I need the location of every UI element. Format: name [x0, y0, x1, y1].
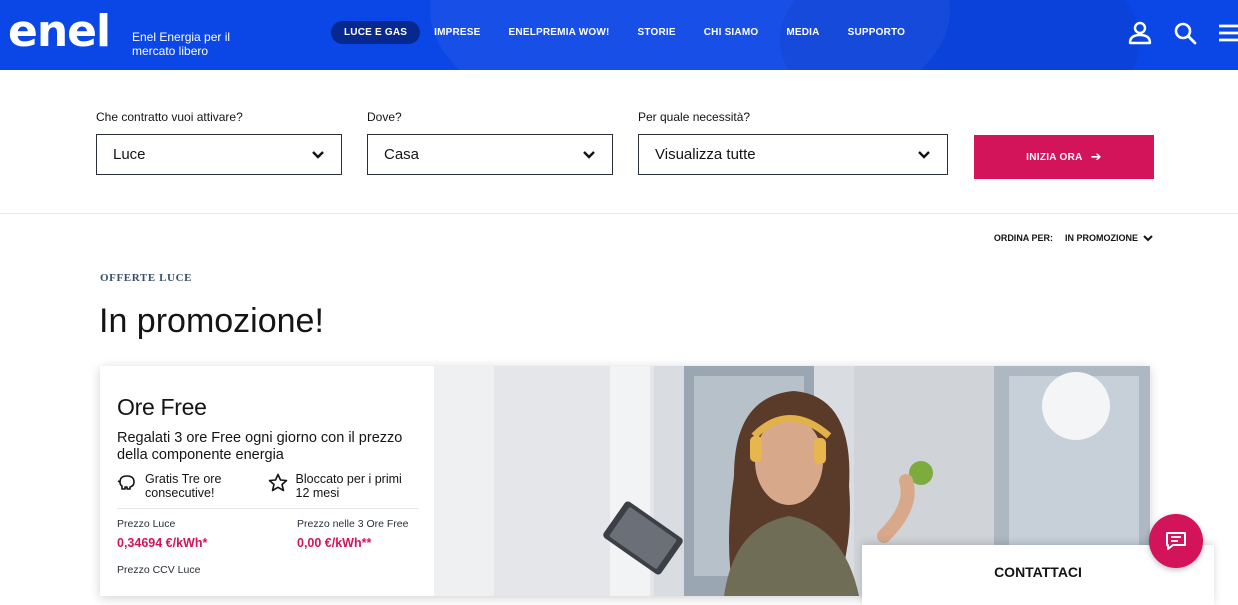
sort-label: ORDINA PER:: [993, 233, 1053, 243]
menu-icon[interactable]: [1216, 20, 1238, 46]
offer-prices: Prezzo Luce 0,34694 €/kWh* Prezzo CCV Lu…: [117, 518, 418, 576]
need-select-value: Visualizza tutte: [655, 146, 756, 163]
arrow-right-icon: ➔: [1090, 149, 1102, 164]
chat-button[interactable]: [1149, 514, 1203, 568]
start-now-button[interactable]: INIZIA ORA ➔: [974, 135, 1154, 179]
where-select[interactable]: Casa: [367, 134, 613, 175]
offer-features: Gratis Tre ore consecutive! Bloccato per…: [117, 472, 418, 509]
where-filter-label: Dove?: [367, 110, 402, 124]
price-value: 0,34694 €/kWh*: [117, 536, 208, 550]
start-now-label: INIZIA ORA: [1026, 151, 1083, 163]
chevron-down-icon: [918, 150, 930, 159]
sort-value: IN PROMOZIONE: [1064, 233, 1138, 243]
nav-item-imprese[interactable]: IMPRESE: [434, 27, 480, 38]
offer-feature: Bloccato per i primi 12 mesi: [268, 472, 419, 500]
nav-item-media[interactable]: MEDIA: [786, 27, 819, 38]
user-icon[interactable]: [1127, 20, 1153, 46]
enel-logo[interactable]: enel: [8, 10, 111, 54]
need-filter: Per quale necessità? Visualizza tutte: [638, 110, 948, 175]
ccv-price-label: Prezzo CCV Luce: [117, 564, 201, 576]
price-label: Prezzo Luce: [117, 518, 176, 530]
main-nav: LUCE E GAS IMPRESE ENELPREMIA WOW! STORI…: [331, 20, 933, 44]
chevron-down-icon: [1143, 235, 1153, 242]
contract-filter: Che contratto vuoi attivare? Luce: [96, 110, 342, 175]
piggy-bank-icon: [117, 475, 135, 490]
offer-description: Regalati 3 ore Free ogni giorno con il p…: [117, 430, 403, 463]
contact-label: CONTATTACI: [994, 564, 1082, 580]
site-header: enel Enel Energia per il mercato libero …: [0, 0, 1238, 70]
price-block: Prezzo nelle 3 Ore Free 0,00 €/kWh**: [297, 518, 417, 576]
price-label: Prezzo nelle 3 Ore Free: [297, 518, 409, 530]
chevron-down-icon: [312, 150, 324, 159]
nav-item-chi-siamo[interactable]: CHI SIAMO: [704, 27, 759, 38]
nav-item-luce-e-gas[interactable]: LUCE E GAS: [331, 20, 421, 44]
need-select[interactable]: Visualizza tutte: [638, 134, 948, 175]
nav-item-enelpremia[interactable]: ENELPREMIA WOW!: [509, 27, 610, 38]
chevron-down-icon: [583, 150, 595, 159]
offer-feature-text: Bloccato per i primi 12 mesi: [295, 472, 402, 500]
offer-feature: Gratis Tre ore consecutive!: [117, 472, 268, 500]
chat-icon: [1166, 532, 1186, 550]
where-filter: Dove? Casa: [367, 110, 613, 175]
price-value: 0,00 €/kWh**: [297, 536, 372, 550]
logo-tagline: Enel Energia per il mercato libero: [132, 30, 231, 58]
offer-feature-text: Gratis Tre ore consecutive!: [145, 472, 222, 500]
section-eyebrow: OFFERTE LUCE: [100, 272, 193, 284]
offer-filter-bar: Che contratto vuoi attivare? Luce Dove? …: [0, 70, 1238, 214]
need-filter-label: Per quale necessità?: [638, 110, 751, 124]
nav-item-supporto[interactable]: SUPPORTO: [848, 27, 906, 38]
sort-control[interactable]: ORDINA PER: IN PROMOZIONE: [994, 233, 1154, 243]
contract-filter-label: Che contratto vuoi attivare?: [96, 110, 243, 124]
offer-title: Ore Free: [117, 394, 207, 420]
contract-select-value: Luce: [113, 146, 146, 163]
contract-select[interactable]: Luce: [96, 134, 342, 175]
offer-info: Ore Free Regalati 3 ore Free ogni giorno…: [100, 366, 434, 596]
where-select-value: Casa: [384, 146, 420, 163]
star-icon: [268, 473, 287, 492]
search-icon[interactable]: [1172, 20, 1198, 46]
page-title: In promozione!: [99, 302, 324, 340]
nav-item-storie[interactable]: STORIE: [638, 27, 676, 38]
price-block: Prezzo Luce 0,34694 €/kWh* Prezzo CCV Lu…: [117, 518, 297, 576]
